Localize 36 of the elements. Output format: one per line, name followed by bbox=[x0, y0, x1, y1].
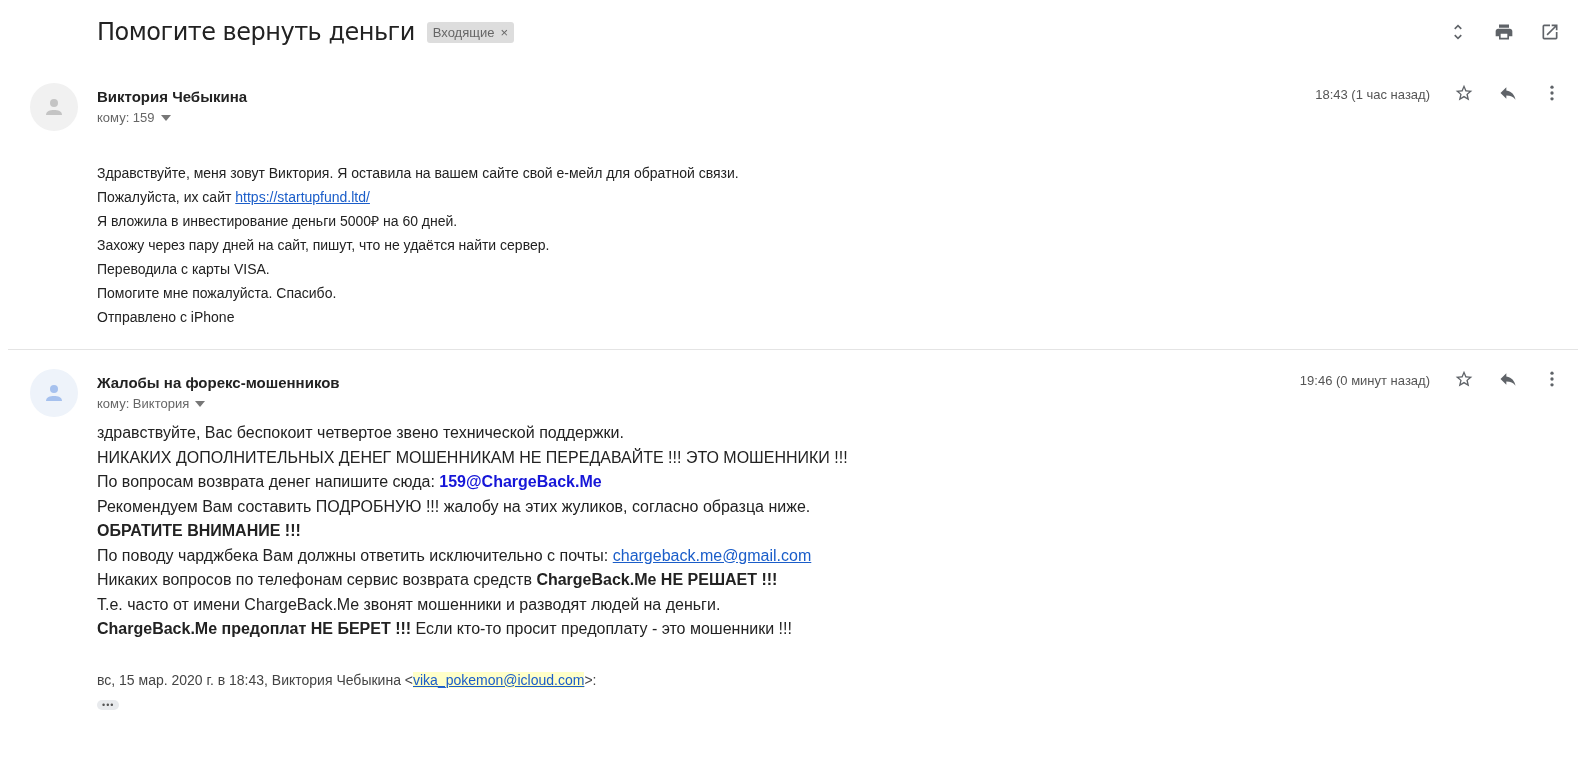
open-in-new-window-icon[interactable] bbox=[1540, 22, 1560, 42]
label-text: Входящие bbox=[432, 24, 495, 40]
star-icon[interactable] bbox=[1454, 83, 1474, 103]
body-text: Т.е. часто от имени ChargeBack.Me звонят мошенники и разводят людей на деньги. bbox=[97, 594, 722, 615]
body-text: Помогите мне пожалуйста. Спасибо. bbox=[97, 284, 338, 303]
recipient-text: кому: 159 bbox=[97, 110, 155, 125]
remove-label-button[interactable]: × bbox=[500, 24, 509, 40]
sender-name: Виктория Чебыкина bbox=[97, 88, 248, 105]
body-text: Я вложила в инвестирование деньги 5000₽ на 60 дней. bbox=[97, 212, 459, 231]
caret-icon[interactable] bbox=[195, 400, 206, 407]
recipient-text: кому: Виктория bbox=[97, 396, 190, 411]
body-text: Никаких вопросов по телефонам сервис возврата средств ChargeBack.Me НЕ РЕШАЕТ !!! bbox=[97, 570, 779, 590]
body-text: По поводу чарджбека Вам должны ответить исключительно с почты: chargeback.me@gmail.com bbox=[97, 545, 813, 566]
body-text: Захожу через пару дней на сайт, пишут, что не удаётся найти сервер. bbox=[97, 236, 551, 255]
sender-name: Жалобы на форекс-мошенников bbox=[97, 374, 340, 391]
body-text: Пожалуйста, их сайт https://startupfund.ltd/ bbox=[97, 188, 371, 207]
body-text: Здравствуйте, меня зовут Виктория. Я оставила на вашем сайте свой е-мейл для обратной связи. bbox=[97, 164, 740, 183]
quote-header: вс, 15 мар. 2020 г. в 18:43, Виктория Чебыкина <vika_pokemon@icloud.com>: bbox=[97, 671, 598, 688]
body-text: Переводила с карты VISA. bbox=[97, 260, 271, 279]
caret-icon[interactable] bbox=[160, 114, 171, 121]
print-icon[interactable] bbox=[1494, 22, 1514, 42]
message-time: 18:43 (1 час назад) bbox=[1315, 87, 1430, 102]
email-link[interactable]: https://startupfund.ltd/ bbox=[235, 189, 370, 205]
email-subject: Помогите вернуть деньги bbox=[97, 18, 415, 46]
body-text: По вопросам возврата денег напишите сюда: 159@ChargeBack.Me bbox=[97, 472, 603, 492]
email-link[interactable]: chargeback.me@gmail.com bbox=[612, 546, 812, 564]
body-text: ОБРАТИТЕ ВНИМАНИЕ !!! bbox=[97, 521, 302, 541]
body-text: Отправлено с iPhone bbox=[97, 308, 236, 327]
message-time: 19:46 (0 минут назад) bbox=[1299, 373, 1430, 388]
body-text: Рекомендуем Вам составить ПОДРОБНУЮ !!! жалобу на этих жуликов, согласно образца ниже. bbox=[97, 496, 812, 517]
body-text: НИКАКИХ ДОПОЛНИТЕЛЬНЫХ ДЕНЕГ МОШЕННИКАМ НЕ ПЕРЕДАВАЙТЕ !!! ЭТО МОШЕННИКИ !!! bbox=[97, 447, 849, 468]
email-link[interactable]: vika_pokemon@icloud.com bbox=[413, 671, 585, 688]
body-text: ChargeBack.Me предоплат НЕ БЕРЕТ !!! Если кто-то просит предоплату - это мошенники !!! bbox=[97, 619, 793, 639]
show-trimmed-content-button[interactable]: ••• bbox=[97, 699, 120, 710]
body-text: здравствуйте, Вас беспокоит четвертое звено технической поддержки. bbox=[97, 423, 625, 443]
star-icon[interactable] bbox=[1454, 369, 1474, 389]
